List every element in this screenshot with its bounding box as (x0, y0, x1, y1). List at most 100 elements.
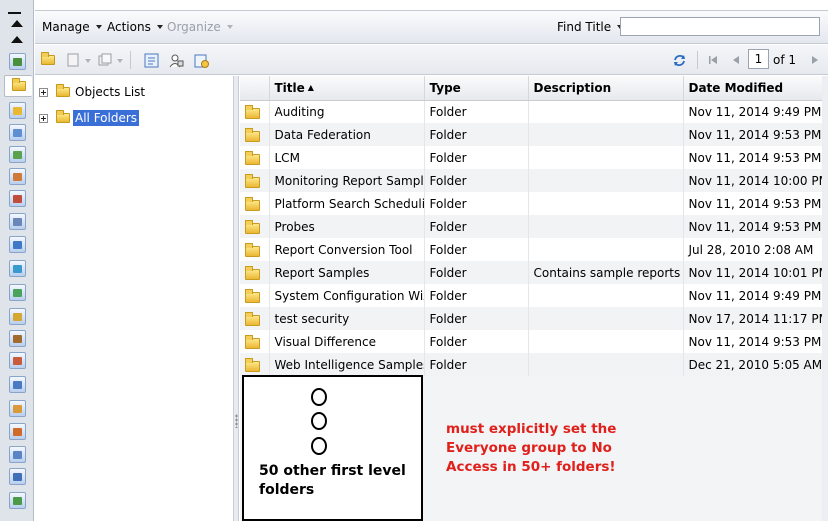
toolbar-separator (130, 51, 131, 69)
new-object-icon[interactable] (65, 52, 81, 68)
title-cell: Monitoring Report Sample (269, 169, 425, 192)
open-folder-icon (56, 110, 70, 123)
access-levels-tab-icon[interactable] (9, 190, 26, 207)
date-modified-cell: Dec 21, 2010 5:05 AM (683, 353, 828, 376)
folder-icon-cell (240, 192, 270, 215)
scroll-up-icon[interactable] (9, 33, 25, 45)
folders-tab-icon[interactable] (4, 75, 32, 97)
sort-ascending-icon: ▲ (307, 82, 314, 92)
chevron-down-icon[interactable] (85, 59, 91, 63)
table-row[interactable]: System Configuration Wiza Folder Nov 11, 2… (240, 284, 828, 307)
refresh-icon[interactable] (671, 52, 687, 68)
description-cell (528, 284, 684, 307)
universes-tab-icon[interactable] (9, 308, 26, 325)
folder-icon (245, 335, 260, 349)
table-row[interactable]: Monitoring Report Sample Folder Nov 11, 20… (240, 169, 828, 192)
folder-icon (245, 105, 260, 120)
date-modified-column-header[interactable]: Date Modified (683, 76, 828, 101)
folder-icon-cell (240, 238, 270, 261)
tree-item-label: Objects List (75, 85, 146, 99)
title-column-header[interactable]: Title ▲ (269, 76, 425, 101)
folder-table: Title ▲ Type Description Date Modified Au… (240, 76, 828, 376)
table-row[interactable]: Data Federation Folder Nov 11, 2014 9:53 P… (240, 123, 828, 146)
users-groups-tab-icon[interactable] (9, 168, 26, 185)
user-security-icon[interactable] (168, 52, 184, 68)
description-cell (528, 307, 684, 330)
table-row[interactable]: Probes Folder Nov 11, 2014 9:53 PM (240, 215, 828, 238)
personal-categories-tab-icon[interactable] (9, 146, 26, 163)
annotation-box: 50 other first level folders (242, 375, 423, 521)
splitter-grip-icon[interactable] (235, 414, 238, 428)
new-folder-icon[interactable] (40, 52, 56, 68)
table-row[interactable]: test security Folder Nov 17, 2014 11:17 PM (240, 307, 828, 330)
servers-tab-icon[interactable] (9, 236, 26, 253)
vertical-scrollbar[interactable] (822, 76, 828, 521)
folder-icon (245, 243, 260, 257)
previous-page-icon[interactable] (728, 52, 744, 68)
description-cell (528, 192, 684, 215)
actions-menu[interactable]: Actions (107, 20, 163, 34)
settings-tab-icon[interactable] (9, 446, 26, 463)
applications-tab-icon[interactable] (9, 423, 26, 440)
organize-menu[interactable]: Organize (167, 20, 233, 34)
collapse-up-icon[interactable] (8, 12, 25, 27)
categories-tab-icon[interactable] (9, 124, 26, 141)
table-row[interactable]: Report Samples Folder Contains sample repo… (240, 261, 828, 284)
table-row[interactable]: Auditing Folder Nov 11, 2014 9:49 PM (240, 100, 828, 123)
home-tab-icon[interactable] (9, 53, 26, 70)
events-tab-icon[interactable] (9, 400, 26, 417)
type-cell: Folder (424, 238, 529, 261)
chevron-down-icon[interactable] (117, 59, 123, 63)
find-title-dropdown[interactable]: Find Title (557, 20, 624, 34)
table-row[interactable]: LCM Folder Nov 11, 2014 9:53 PM (240, 146, 828, 169)
date-modified-cell: Jul 28, 2010 2:08 AM (683, 238, 828, 261)
column-label: Date Modified (688, 80, 784, 95)
page-count-label: of 1 (773, 53, 797, 67)
folder-icon (56, 84, 70, 97)
tree-item-all-folders[interactable]: All Folders (39, 110, 140, 126)
actions-menu-label: Actions (107, 20, 151, 34)
inbox-tab-icon[interactable] (9, 213, 26, 230)
connections-tab-icon[interactable] (9, 284, 26, 301)
type-cell: Folder (424, 215, 529, 238)
folder-icon-cell (240, 307, 270, 330)
description-column-header[interactable]: Description (528, 76, 684, 101)
table-row[interactable]: Platform Search Schedulin Folder Nov 11, 2… (240, 192, 828, 215)
instances-tab-icon[interactable] (9, 352, 26, 369)
calendars-tab-icon[interactable] (9, 376, 26, 393)
description-cell (528, 215, 684, 238)
type-column-header[interactable]: Type (424, 76, 529, 101)
server-groups-tab-icon[interactable] (9, 260, 26, 277)
expand-icon[interactable] (39, 87, 48, 97)
replication-tab-icon[interactable] (9, 330, 26, 347)
panel-splitter[interactable] (233, 76, 239, 521)
menu-bar: Manage Actions Organize Find Title (35, 10, 828, 44)
date-modified-cell: Nov 11, 2014 9:53 PM (683, 146, 828, 169)
page-number-input[interactable] (748, 49, 769, 69)
ellipsis-mark-icon (311, 437, 327, 455)
table-row[interactable]: Web Intelligence Samples Folder Dec 21, 20… (240, 353, 828, 376)
type-cell: Folder (424, 123, 529, 146)
description-cell (528, 123, 684, 146)
promotion-tab-icon[interactable] (9, 492, 26, 509)
tree-item-objects-list[interactable]: Objects List (39, 84, 147, 100)
personal-folders-tab-icon[interactable] (9, 102, 26, 119)
title-cell: Data Federation (269, 123, 425, 146)
schedule-icon[interactable] (193, 52, 209, 68)
info-tab-icon[interactable] (9, 468, 26, 485)
description-cell (528, 146, 684, 169)
first-page-icon[interactable] (705, 52, 721, 68)
expand-icon[interactable] (39, 113, 48, 123)
find-title-input[interactable] (620, 17, 820, 36)
table-row[interactable]: Report Conversion Tool Folder Jul 28, 2010… (240, 238, 828, 261)
copy-icon[interactable] (97, 52, 113, 68)
type-cell: Folder (424, 192, 529, 215)
chevron-down-icon (156, 25, 163, 29)
properties-icon[interactable] (143, 52, 159, 68)
manage-menu[interactable]: Manage (42, 20, 102, 34)
folder-icon-cell (240, 261, 270, 284)
title-cell: System Configuration Wiza (269, 284, 425, 307)
folder-icon-cell (240, 353, 270, 376)
next-page-icon[interactable] (807, 52, 823, 68)
table-row[interactable]: Visual Difference Folder Nov 11, 2014 9:53… (240, 330, 828, 353)
